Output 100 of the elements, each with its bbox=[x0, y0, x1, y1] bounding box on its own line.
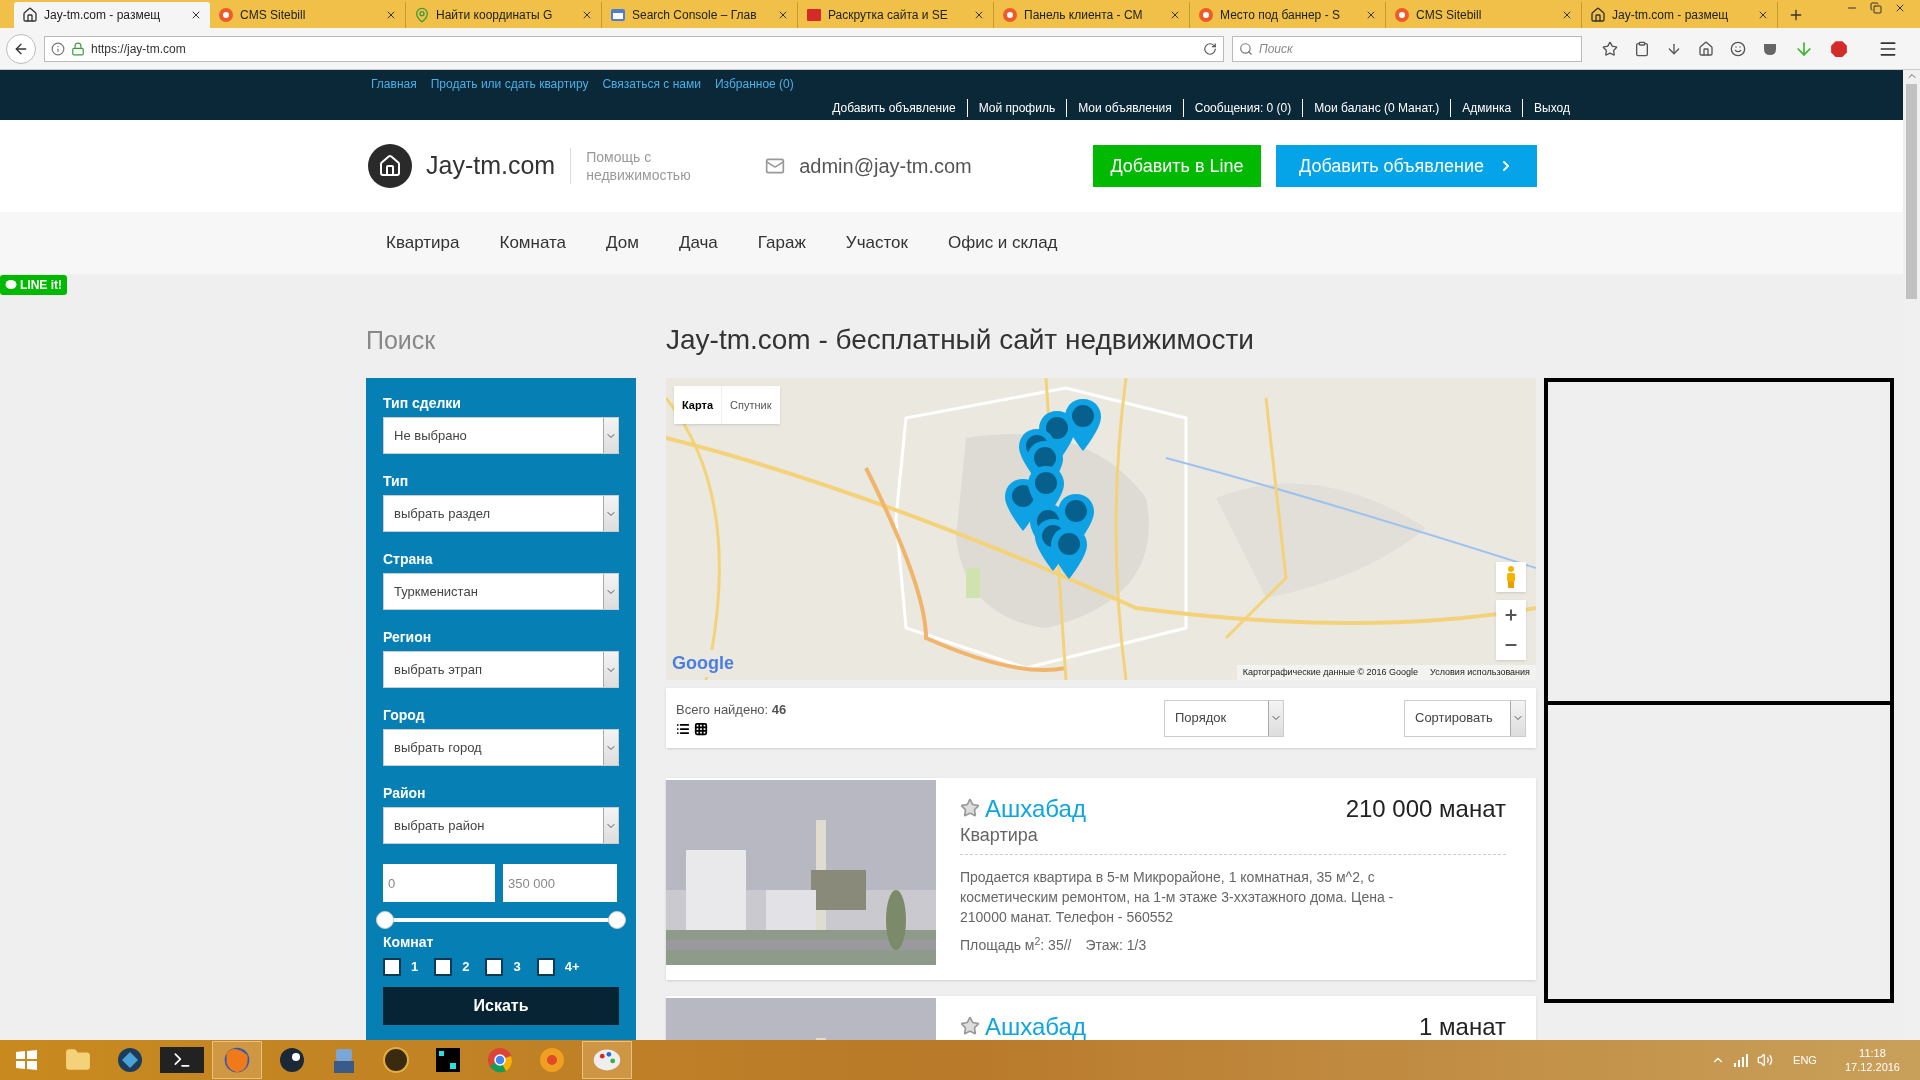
zoom-in-icon[interactable] bbox=[1503, 607, 1519, 623]
home-icon[interactable] bbox=[1698, 40, 1714, 57]
clipboard-icon[interactable] bbox=[1634, 40, 1650, 57]
slider-handle[interactable] bbox=[608, 911, 626, 929]
user-menu-link[interactable]: Мои баланс (0 Манат.) bbox=[1302, 99, 1451, 117]
close-icon[interactable] bbox=[777, 9, 789, 21]
close-icon[interactable] bbox=[973, 9, 985, 21]
smiley-icon[interactable] bbox=[1730, 40, 1746, 57]
order-select[interactable]: Порядок bbox=[1164, 699, 1284, 737]
grid-view-icon[interactable] bbox=[694, 721, 708, 736]
price-max-field[interactable]: 350 000 bbox=[503, 864, 617, 902]
close-icon[interactable] bbox=[1365, 9, 1377, 21]
map-pin-icon bbox=[414, 7, 430, 23]
close-icon[interactable] bbox=[581, 9, 593, 21]
new-tab-icon[interactable] bbox=[1788, 7, 1804, 23]
favorite-star-icon[interactable] bbox=[960, 1016, 980, 1036]
user-menu-link[interactable]: Выход bbox=[1522, 99, 1570, 117]
site-icon bbox=[1394, 7, 1410, 23]
bookmark-star-icon[interactable] bbox=[1602, 40, 1618, 57]
user-menu-link[interactable]: Админка bbox=[1450, 99, 1523, 117]
search-field[interactable]: Поиск bbox=[1232, 35, 1582, 62]
user-menu-link[interactable]: Мои объявления bbox=[1066, 99, 1183, 117]
site-icon bbox=[1002, 7, 1018, 23]
favorite-star-icon[interactable] bbox=[960, 798, 980, 818]
category-link[interactable]: Дом bbox=[606, 230, 639, 256]
map-attribution: Картографические данные © 2016 Google bbox=[1241, 665, 1420, 679]
select-field[interactable]: выбрать этрап bbox=[383, 651, 619, 688]
slider-handle[interactable] bbox=[376, 911, 394, 929]
checkbox-label: 2 bbox=[462, 958, 470, 976]
map-pins-drawing[interactable] bbox=[1004, 398, 1102, 580]
close-icon[interactable] bbox=[190, 9, 202, 21]
close-icon[interactable] bbox=[385, 9, 397, 21]
url-field[interactable]: https://jay-tm.com bbox=[44, 35, 1224, 62]
room-checkbox[interactable] bbox=[383, 957, 401, 976]
room-checkbox[interactable] bbox=[485, 957, 504, 976]
listing-price: 210 000 манат bbox=[1345, 794, 1506, 824]
house-icon bbox=[1590, 7, 1606, 23]
property-type: Квартира bbox=[960, 824, 1506, 855]
category-link[interactable]: Квартира bbox=[386, 230, 460, 256]
nav-link[interactable]: Связаться с нами bbox=[602, 75, 701, 93]
site-icon bbox=[218, 7, 234, 23]
map-type-tab[interactable]: Спутник bbox=[721, 386, 780, 424]
terms-link[interactable]: Условия использования bbox=[1424, 664, 1536, 680]
user-menu-link[interactable]: Мой профиль bbox=[966, 99, 1067, 117]
select-field[interactable]: Не выбрано bbox=[383, 417, 619, 454]
person-icon bbox=[1505, 566, 1517, 588]
field-label: Район bbox=[383, 784, 427, 802]
map[interactable]: Карта Спутник Google Картографические данные © 2016 Google Условия использования bbox=[666, 378, 1536, 680]
site-tagline: Помощь с недвижимостью bbox=[570, 148, 701, 184]
signal-icon[interactable] bbox=[1733, 1052, 1750, 1068]
price-range-slider[interactable] bbox=[376, 911, 626, 929]
user-menu-link[interactable]: Добавить объявление bbox=[821, 99, 967, 117]
browser-icon[interactable] bbox=[212, 1041, 262, 1079]
price-min-field[interactable]: 0 bbox=[383, 864, 495, 902]
category-link[interactable]: Офис и склад bbox=[947, 230, 1058, 256]
lock-icon bbox=[71, 41, 85, 56]
floor-text: Этаж: 1/3 bbox=[1085, 936, 1147, 955]
page-title: Jay-tm.com - бесплатный сайт недвижимости bbox=[666, 323, 1255, 357]
browser-tab[interactable]: Jay-tm.com - размещ bbox=[14, 2, 210, 28]
search-icon bbox=[1239, 41, 1253, 56]
field-label: Город bbox=[383, 706, 426, 724]
stop-sign-icon[interactable] bbox=[1830, 39, 1848, 58]
field-label: Регион bbox=[383, 628, 433, 646]
close-icon[interactable] bbox=[1561, 9, 1573, 21]
restore-icon[interactable] bbox=[1870, 2, 1882, 14]
list-view-icon[interactable] bbox=[676, 721, 690, 736]
search-button[interactable]: Искать bbox=[383, 986, 619, 1025]
house-icon bbox=[22, 7, 38, 23]
field-label: Тип сделки bbox=[383, 394, 462, 412]
category-link[interactable]: Комната bbox=[499, 230, 567, 256]
map-type-tab[interactable]: Карта bbox=[674, 386, 722, 424]
select-field[interactable]: Туркменистан bbox=[383, 573, 619, 610]
field-label: Тип bbox=[383, 472, 410, 490]
nav-link[interactable]: Избранное (0) bbox=[714, 75, 794, 93]
speaker-icon[interactable] bbox=[1757, 1052, 1774, 1068]
category-link[interactable]: Гараж bbox=[757, 230, 806, 256]
back-button[interactable] bbox=[6, 33, 36, 64]
select-field[interactable]: выбрать город bbox=[383, 729, 619, 766]
scrollbar-thumb[interactable] bbox=[1906, 84, 1917, 299]
close-icon[interactable] bbox=[1757, 9, 1769, 21]
reload-icon[interactable] bbox=[1203, 41, 1217, 56]
close-icon[interactable] bbox=[1894, 2, 1906, 14]
select-field[interactable]: выбрать район bbox=[383, 807, 619, 844]
close-icon[interactable] bbox=[1169, 9, 1181, 21]
category-link[interactable]: Дача bbox=[678, 230, 718, 256]
listing-price: 1 манат bbox=[1419, 1012, 1506, 1040]
select-field[interactable]: выбрать раздел bbox=[383, 495, 619, 532]
nav-link[interactable]: Главная bbox=[371, 75, 417, 93]
listing-description: Продается квартира в 5-м Микрорайоне, 1 комнатная, 35 м^2, с косметическим ремонтом, на 1-м этаже 3-ххэтажного дома. Цена - 210000 манат. Телефон - 560552 bbox=[960, 868, 1395, 927]
room-checkbox[interactable] bbox=[536, 957, 555, 976]
category-link[interactable]: Участок bbox=[845, 230, 908, 256]
terminal-icon[interactable] bbox=[160, 1047, 204, 1073]
site-icon bbox=[806, 7, 822, 23]
mail-icon bbox=[765, 156, 786, 176]
sort-select[interactable]: Сортировать bbox=[1404, 699, 1526, 737]
field-label: Страна bbox=[383, 550, 434, 568]
room-checkbox[interactable] bbox=[434, 957, 453, 976]
nav-link[interactable]: Продать или сдать квартиру bbox=[430, 75, 589, 93]
checkbox-label: 1 bbox=[411, 958, 419, 976]
user-menu-link[interactable]: Сообщения: 0 (0) bbox=[1182, 99, 1303, 117]
